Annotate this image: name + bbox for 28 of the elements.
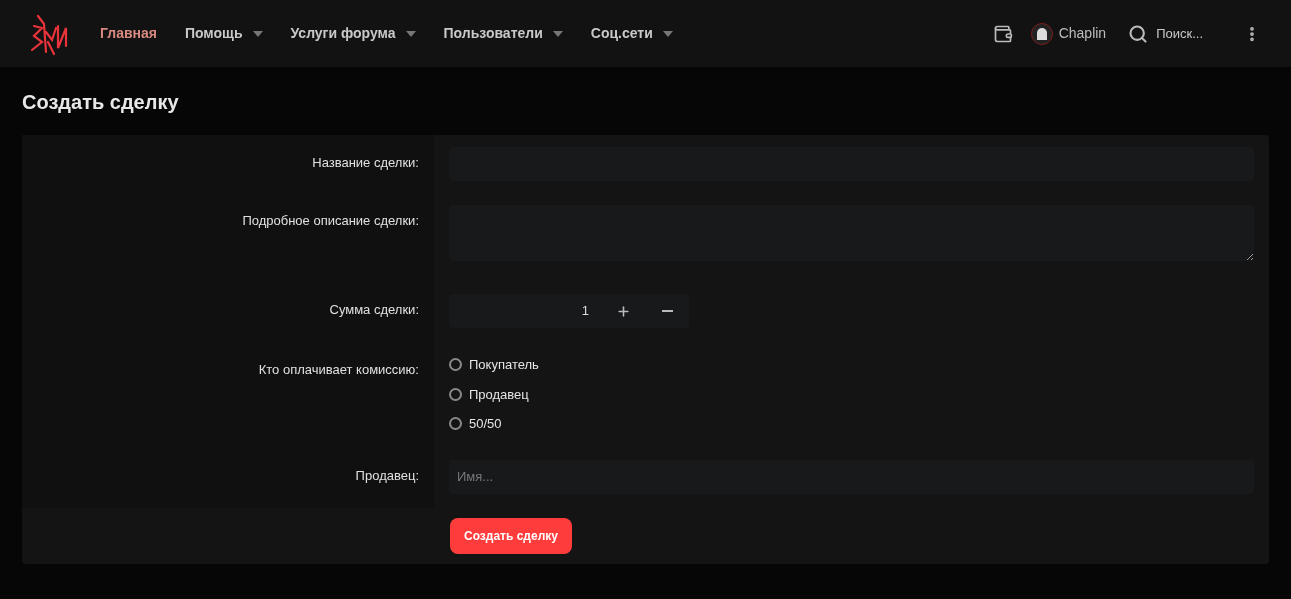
nav-tab[interactable]: Главная — [100, 23, 157, 44]
plus-icon — [615, 303, 631, 319]
page-title: Создать сделку — [22, 90, 180, 115]
wallet-icon[interactable] — [992, 23, 1013, 44]
field-label: Название сделки: — [312, 154, 419, 172]
minus-icon — [661, 310, 673, 312]
field-label: Подробное описание сделки: — [242, 212, 419, 230]
radio-option[interactable]: Продавец — [449, 384, 529, 404]
user-link[interactable]: Chaplin — [1030, 22, 1107, 45]
input-field[interactable]: Имя... — [449, 459, 1254, 494]
textarea-field[interactable] — [449, 205, 1254, 261]
nav-tab[interactable]: Услуги форума — [290, 23, 416, 44]
number-value: 1 — [580, 302, 590, 321]
radio-button[interactable] — [449, 387, 462, 401]
field-label: Продавец: — [355, 466, 419, 485]
radio-option[interactable]: Покупатель — [449, 355, 539, 375]
nav-tab[interactable]: Пользователи — [443, 23, 563, 44]
radio-button[interactable] — [449, 358, 462, 372]
field-label: Сумма сделки: — [329, 301, 419, 319]
search-icon — [1128, 23, 1149, 44]
radio-option[interactable]: 50/50 — [449, 414, 502, 434]
nav-tab[interactable]: Помощь — [184, 23, 263, 44]
avatar-icon — [1030, 22, 1053, 45]
search-button[interactable]: Поиск... — [1128, 23, 1203, 44]
radio-button[interactable] — [449, 417, 462, 431]
submit-button[interactable]: Создать сделку — [450, 517, 572, 554]
field-label: Кто оплачивает комиссию: — [258, 361, 419, 379]
nav-tab[interactable]: Соц.сети — [590, 23, 673, 44]
